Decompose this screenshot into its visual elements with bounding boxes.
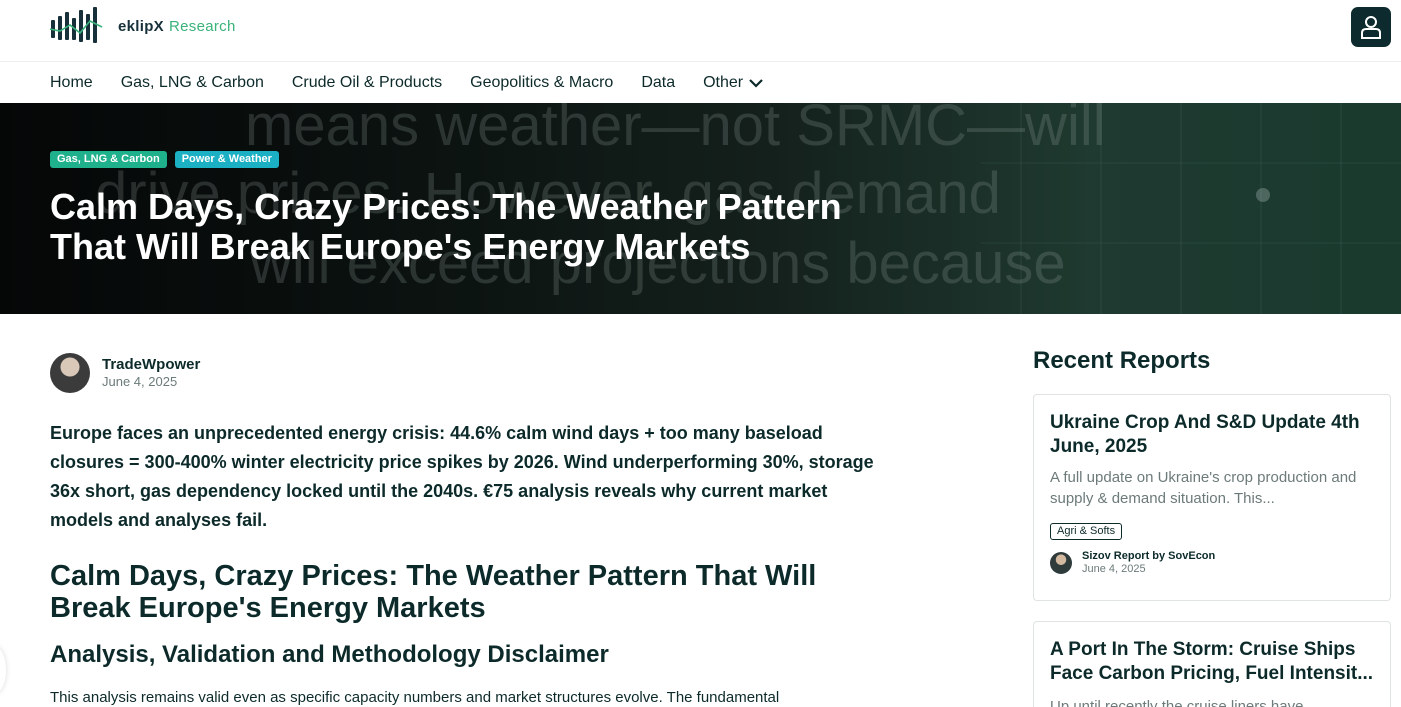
article-author[interactable]: TradeWpower June 4, 2025 [50,353,200,393]
report-title[interactable]: Ukraine Crop And S&D Update 4th June, 20… [1050,411,1374,459]
user-icon [1361,16,1381,39]
publish-date: June 4, 2025 [102,374,178,389]
tag-gas-lng-carbon[interactable]: Gas, LNG & Carbon [50,151,167,168]
article-lede: Europe faces an unprecedented energy cri… [50,423,874,530]
hero-bg-line: means weather—not SRMC—will [245,103,1106,158]
main-nav: Home Gas, LNG & Carbon Crude Oil & Produ… [50,62,763,103]
report-title[interactable]: A Port In The Storm: Cruise Ships Face C… [1050,638,1374,686]
report-author-meta: Sizov Report by SovEcon June 4, 2025 [1082,550,1215,576]
avatar [1050,552,1072,574]
nav-other-dropdown[interactable]: Other [703,74,763,92]
nav-geopolitics-macro[interactable]: Geopolitics & Macro [470,74,613,92]
nav-gas-lng-carbon[interactable]: Gas, LNG & Carbon [121,74,264,92]
sidebar-title: Recent Reports [1033,347,1211,374]
bars-logo-icon [50,7,103,43]
brand-name: eklipX [118,17,164,35]
article-subheading: Analysis, Validation and Methodology Dis… [50,641,609,668]
report-card[interactable]: A Port In The Storm: Cruise Ships Face C… [1033,621,1391,707]
brand-wordmark: eklipX Research [118,18,236,35]
report-date: June 4, 2025 [1082,563,1146,575]
floating-edge-button[interactable] [0,646,6,694]
nav-label: Gas, LNG & Carbon [120,73,264,91]
chevron-down-icon [749,78,763,88]
nav-data[interactable]: Data [641,74,675,92]
report-card[interactable]: Ukraine Crop And S&D Update 4th June, 20… [1033,394,1391,601]
hero-decor-dot [1256,188,1270,202]
brand-logo[interactable]: eklipX Research [50,7,236,45]
report-tag[interactable]: Agri & Softs [1050,523,1123,540]
article-heading: Calm Days, Crazy Prices: The Weather Pat… [50,560,817,624]
tag-power-weather[interactable]: Power & Weather [174,151,279,168]
report-author-name: Sizov Report by SovEcon [1082,550,1216,562]
account-button[interactable] [1351,7,1391,47]
author-meta: TradeWpower June 4, 2025 [102,356,200,390]
hero-title: Calm Days, Crazy Prices: The Weather Pat… [50,186,842,267]
nav-label: Crude Oil & Products [291,73,443,91]
nav-label: Home [50,73,93,91]
hero-tags: Gas, LNG & Carbon Power & Weather [50,151,279,168]
author-name[interactable]: TradeWpower [102,356,200,374]
article-hero: means weather—not SRMC—will drive prices… [0,103,1401,314]
report-author: Sizov Report by SovEcon June 4, 2025 [1050,550,1374,576]
nav-label: Other [703,73,744,91]
nav-home[interactable]: Home [50,74,93,92]
nav-label: Data [641,73,676,91]
article-paragraph: This analysis remains valid even as spec… [50,689,780,706]
avatar [50,353,90,393]
report-description: A full update on Ukraine's crop producti… [1050,469,1357,507]
brand-sub: Research [169,17,236,35]
nav-label: Geopolitics & Macro [470,73,614,91]
nav-crude-oil-products[interactable]: Crude Oil & Products [292,74,442,92]
hero-grid-overlay [981,103,1401,314]
top-header: eklipX Research [0,0,1401,62]
report-description: Up until recently the cruise liners have [1050,698,1304,707]
